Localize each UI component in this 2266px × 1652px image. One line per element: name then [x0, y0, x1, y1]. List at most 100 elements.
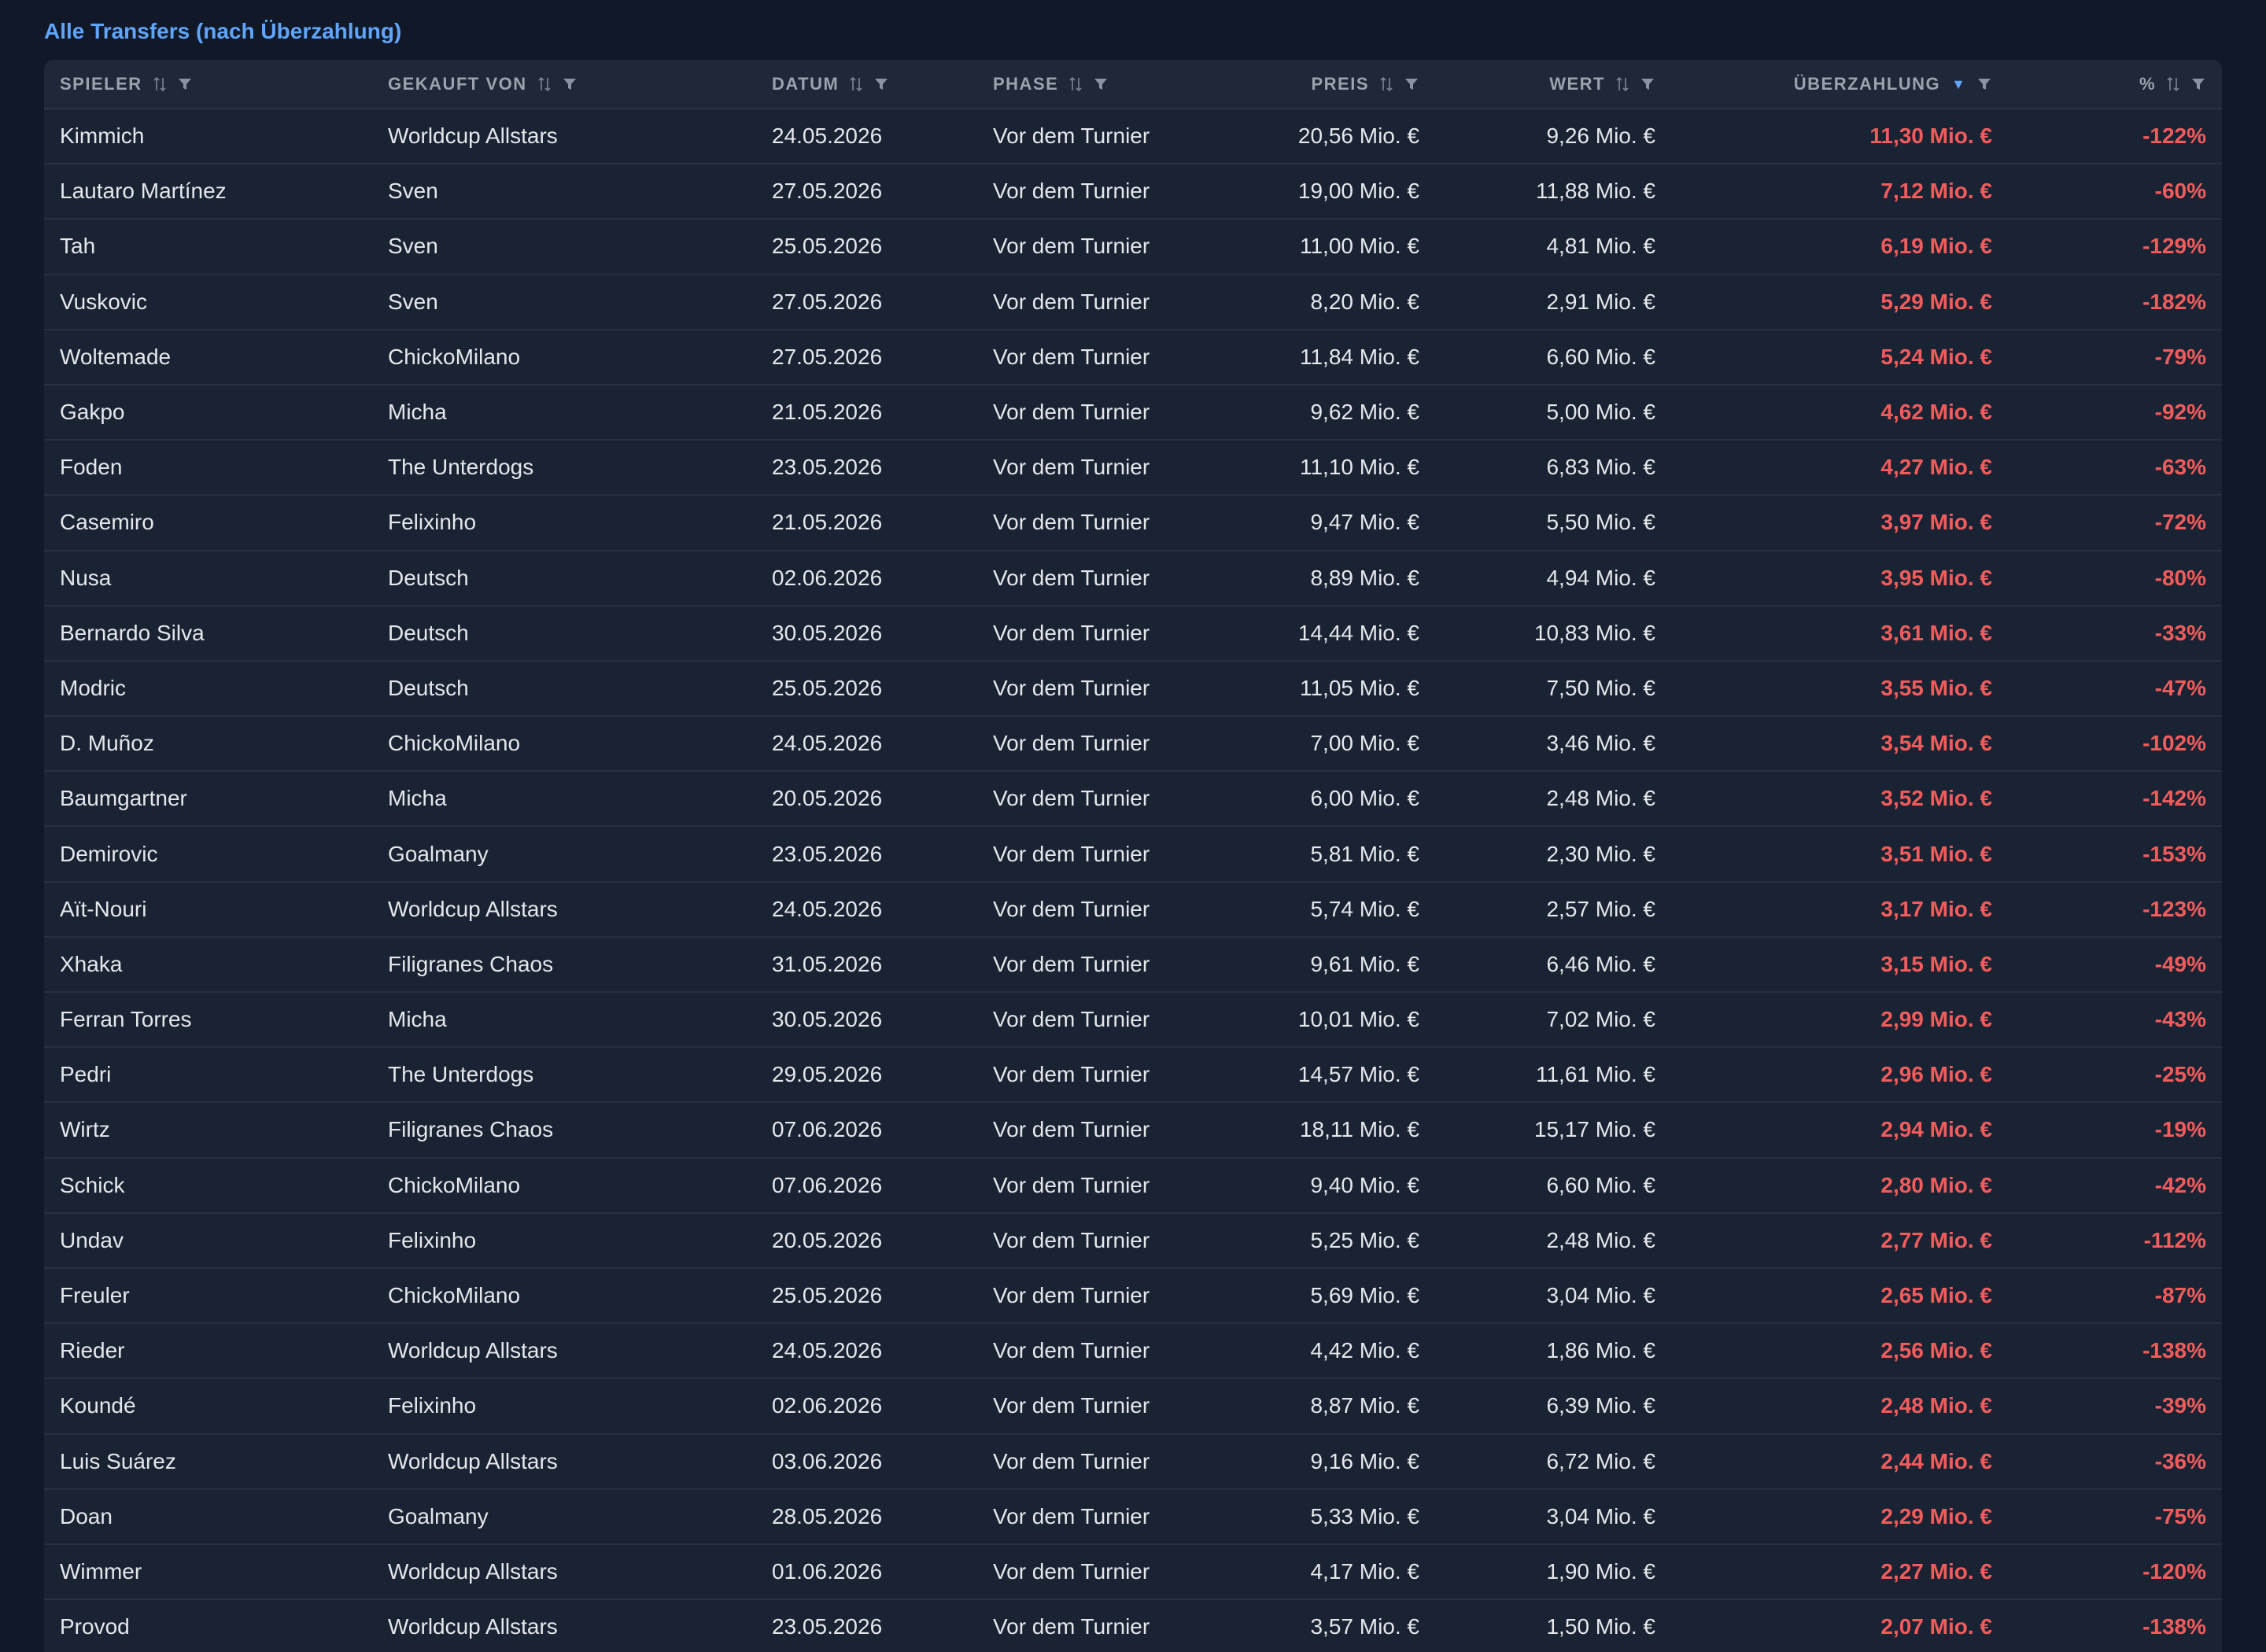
cell-spieler: Koundé [60, 1393, 136, 1418]
filter-icon[interactable] [2190, 76, 2206, 92]
cell-prozent: -25% [2154, 1062, 2206, 1087]
cell-wert: 7,02 Mio. € [1546, 1007, 1655, 1032]
cell-phase: Vor dem Turnier [993, 400, 1150, 425]
cell-prozent: -79% [2154, 344, 2206, 369]
filter-icon[interactable] [873, 76, 889, 92]
transfers-table: Spieler Gekauft von Datum Phase Preis Wert Übe… [44, 60, 2222, 1652]
table-row[interactable]: Ferran Torres Micha 30.05.2026 Vor dem Turn… [44, 992, 2222, 1048]
filter-icon[interactable] [1976, 76, 1992, 92]
cell-gekauft-von: Goalmany [388, 841, 489, 866]
table-row[interactable]: Freuler ChickoMilano 25.05.2026 Vor dem Tur… [44, 1268, 2222, 1324]
table-row[interactable]: Rieder Worldcup Allstars 24.05.2026 Vor dem… [44, 1323, 2222, 1379]
cell-gekauft-von: Worldcup Allstars [388, 1448, 558, 1473]
cell-ueberzahlung: 2,77 Mio. € [1880, 1227, 1992, 1252]
column-header-gekauft-von[interactable]: Gekauft von [372, 60, 756, 109]
table-row[interactable]: Bernardo Silva Deutsch 30.05.2026 Vor dem T… [44, 606, 2222, 661]
cell-preis: 9,61 Mio. € [1310, 951, 1419, 976]
table-row[interactable]: Xhaka Filigranes Chaos 31.05.2026 Vor dem T… [44, 937, 2222, 992]
column-header-datum[interactable]: Datum [756, 60, 977, 109]
transfers-table-container: Spieler Gekauft von Datum Phase Preis Wert Übe… [44, 60, 2222, 1652]
table-row[interactable]: Casemiro Felixinho 21.05.2026 Vor dem Turni… [44, 495, 2222, 551]
table-row[interactable]: Aït-Nouri Worldcup Allstars 24.05.2026 Vor … [44, 882, 2222, 937]
cell-spieler: Baumgartner [60, 786, 187, 811]
column-header-prozent[interactable]: % [2008, 60, 2222, 109]
column-header-ueberzahlung[interactable]: Überzahlung ▼ [1671, 60, 2008, 109]
cell-ueberzahlung: 4,62 Mio. € [1880, 400, 1992, 425]
table-row[interactable]: Modric Deutsch 25.05.2026 Vor dem Turnier 11… [44, 661, 2222, 717]
table-header-row: Spieler Gekauft von Datum Phase Preis Wert Übe… [44, 60, 2222, 109]
table-row[interactable]: Wimmer Worldcup Allstars 01.06.2026 Vor dem… [44, 1544, 2222, 1600]
table-row[interactable]: Schick ChickoMilano 07.06.2026 Vor dem Turn… [44, 1158, 2222, 1213]
table-row[interactable]: Lautaro Martínez Sven 27.05.2026 Vor dem Tu… [44, 164, 2222, 219]
cell-datum: 25.05.2026 [772, 1283, 883, 1308]
sort-updown-icon[interactable] [1380, 76, 1393, 92]
column-header-label: % [2139, 73, 2156, 94]
table-row[interactable]: Nusa Deutsch 02.06.2026 Vor dem Turnier 8,89… [44, 551, 2222, 606]
section-title: Alle Transfers (nach Überzahlung) [44, 19, 402, 43]
table-row[interactable]: Woltemade ChickoMilano 27.05.2026 Vor dem T… [44, 330, 2222, 385]
cell-wert: 5,00 Mio. € [1546, 400, 1655, 425]
cell-preis: 8,89 Mio. € [1310, 565, 1419, 590]
cell-phase: Vor dem Turnier [993, 951, 1150, 976]
cell-wert: 3,46 Mio. € [1546, 731, 1655, 756]
cell-datum: 25.05.2026 [772, 675, 883, 700]
table-row[interactable]: Demirovic Goalmany 23.05.2026 Vor dem Turni… [44, 826, 2222, 882]
table-row[interactable]: Provod Worldcup Allstars 23.05.2026 Vor dem… [44, 1599, 2222, 1652]
filter-icon[interactable] [1404, 76, 1419, 92]
sort-updown-icon[interactable] [1616, 76, 1629, 92]
cell-ueberzahlung: 3,55 Mio. € [1880, 675, 1992, 700]
column-header-inner: Wert [1549, 74, 1655, 94]
sort-updown-icon[interactable] [850, 76, 862, 92]
cell-gekauft-von: Micha [388, 400, 447, 425]
cell-preis: 11,84 Mio. € [1299, 344, 1419, 369]
sort-updown-icon[interactable] [153, 76, 166, 92]
cell-preis: 14,57 Mio. € [1297, 1062, 1419, 1087]
cell-preis: 7,00 Mio. € [1310, 731, 1419, 756]
cell-ueberzahlung: 2,48 Mio. € [1880, 1393, 1992, 1418]
cell-spieler: Nusa [60, 565, 112, 590]
cell-gekauft-von: Felixinho [388, 1393, 477, 1418]
table-row[interactable]: Baumgartner Micha 20.05.2026 Vor dem Turnie… [44, 771, 2222, 827]
filter-icon[interactable] [1640, 76, 1655, 92]
cell-wert: 11,88 Mio. € [1535, 179, 1655, 204]
cell-wert: 2,57 Mio. € [1546, 896, 1655, 921]
table-row[interactable]: Undav Felixinho 20.05.2026 Vor dem Turnier 5… [44, 1213, 2222, 1268]
cell-preis: 9,47 Mio. € [1310, 510, 1419, 535]
column-header-preis[interactable]: Preis [1242, 60, 1435, 109]
cell-gekauft-von: Sven [388, 234, 438, 259]
column-header-wert[interactable]: Wert [1435, 60, 1671, 109]
table-row[interactable]: Luis Suárez Worldcup Allstars 03.06.2026 Vo… [44, 1434, 2222, 1489]
column-header-phase[interactable]: Phase [977, 60, 1242, 109]
cell-preis: 14,44 Mio. € [1297, 620, 1419, 645]
cell-ueberzahlung: 3,54 Mio. € [1880, 731, 1992, 756]
table-row[interactable]: Kimmich Worldcup Allstars 24.05.2026 Vor de… [44, 109, 2222, 164]
cell-prozent: -92% [2154, 400, 2206, 425]
table-row[interactable]: Pedri The Unterdogs 29.05.2026 Vor dem Turn… [44, 1047, 2222, 1103]
cell-ueberzahlung: 7,12 Mio. € [1880, 179, 1992, 204]
table-row[interactable]: Koundé Felixinho 02.06.2026 Vor dem Turnier… [44, 1378, 2222, 1434]
table-row[interactable]: Foden The Unterdogs 23.05.2026 Vor dem Turn… [44, 440, 2222, 496]
cell-gekauft-von: Micha [388, 786, 447, 811]
cell-ueberzahlung: 2,99 Mio. € [1880, 1007, 1992, 1032]
sort-updown-icon[interactable] [1069, 76, 1082, 92]
cell-spieler: Bernardo Silva [60, 620, 205, 645]
column-header-inner: Phase [993, 74, 1109, 94]
filter-icon[interactable] [562, 76, 578, 92]
sort-updown-icon[interactable] [2167, 76, 2179, 92]
table-row[interactable]: D. Muñoz ChickoMilano 24.05.2026 Vor dem Tu… [44, 716, 2222, 772]
table-row[interactable]: Doan Goalmany 28.05.2026 Vor dem Turnier 5,3… [44, 1489, 2222, 1544]
table-row[interactable]: Gakpo Micha 21.05.2026 Vor dem Turnier 9,62 … [44, 385, 2222, 441]
column-header-spieler[interactable]: Spieler [44, 60, 372, 109]
table-row[interactable]: Wirtz Filigranes Chaos 07.06.2026 Vor dem T… [44, 1102, 2222, 1158]
cell-phase: Vor dem Turnier [993, 675, 1150, 700]
table-row[interactable]: Vuskovic Sven 27.05.2026 Vor dem Turnier 8,2… [44, 275, 2222, 330]
table-row[interactable]: Tah Sven 25.05.2026 Vor dem Turnier 11,00 Mi… [44, 219, 2222, 275]
sort-updown-icon[interactable] [538, 76, 551, 92]
cell-gekauft-von: Filigranes Chaos [388, 951, 554, 976]
filter-icon[interactable] [177, 76, 193, 92]
cell-spieler: Foden [60, 455, 123, 480]
filter-icon[interactable] [1093, 76, 1109, 92]
cell-phase: Vor dem Turnier [993, 179, 1150, 204]
sort-desc-icon[interactable]: ▼ [1951, 77, 1965, 91]
cell-gekauft-von: ChickoMilano [388, 731, 521, 756]
